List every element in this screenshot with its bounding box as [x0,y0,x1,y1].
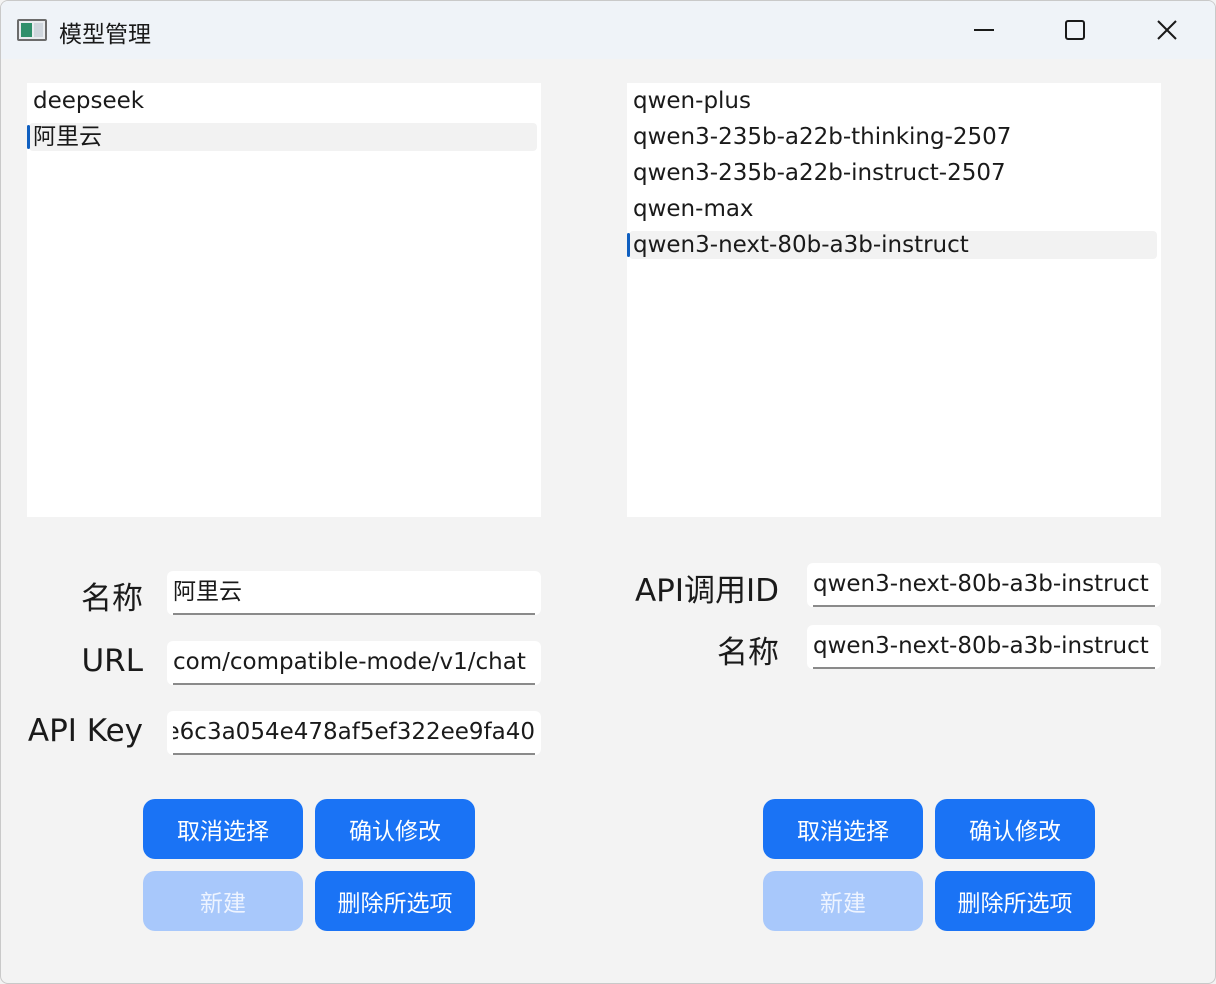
model-new-button[interactable]: 新建 [763,871,923,931]
model-confirm-edit-button[interactable]: 确认修改 [935,799,1095,859]
provider-item-aliyun[interactable]: 阿里云 [27,119,541,155]
model-item[interactable]: qwen3-235b-a22b-instruct-2507 [627,155,1161,191]
maximize-icon [1065,20,1085,40]
list-item-label: deepseek [33,88,145,114]
provider-url-label: URL [81,643,143,679]
provider-new-button[interactable]: 新建 [143,871,303,931]
provider-api-key-label: API Key [27,713,143,749]
model-api-id-label: API调用ID [634,573,779,609]
model-name-field[interactable]: qwen3-next-80b-a3b-instruct [807,625,1161,669]
provider-api-key-field[interactable]: 3e6c3a054e478af5ef322ee9fa40 [167,711,541,755]
selection-indicator [27,125,30,149]
provider-confirm-edit-button[interactable]: 确认修改 [315,799,475,859]
provider-name-field[interactable]: 阿里云 [167,571,541,615]
minimize-icon [974,29,994,31]
selection-indicator [627,233,630,257]
list-item-label: qwen3-235b-a22b-thinking-2507 [633,124,1012,150]
list-item-label: qwen3-235b-a22b-instruct-2507 [633,160,1006,186]
app-window-icon [17,19,47,41]
list-item-label: qwen-max [633,196,754,222]
list-item-label: qwen3-next-80b-a3b-instruct [633,232,969,258]
model-delete-selected-button[interactable]: 删除所选项 [935,871,1095,931]
model-item-selected[interactable]: qwen3-next-80b-a3b-instruct [627,227,1161,263]
list-item-label: qwen-plus [633,88,751,114]
model-name-value: qwen3-next-80b-a3b-instruct [813,633,1149,659]
model-manager-window: 模型管理 deepseek 阿里云 qwen-plus qwen3-235b-a… [0,0,1216,984]
model-name-label: 名称 [717,635,779,671]
model-item[interactable]: qwen-max [627,191,1161,227]
model-api-id-value: qwen3-next-80b-a3b-instruct [813,571,1149,597]
close-icon [1157,20,1177,40]
close-button[interactable] [1122,1,1212,59]
provider-url-value: com/compatible-mode/v1/chat [173,649,526,675]
provider-delete-selected-button[interactable]: 删除所选项 [315,871,475,931]
model-item[interactable]: qwen3-235b-a22b-thinking-2507 [627,119,1161,155]
provider-name-value: 阿里云 [173,579,242,605]
provider-api-key-value: 3e6c3a054e478af5ef322ee9fa40 [173,719,535,745]
list-item-label: 阿里云 [33,124,102,150]
window-title: 模型管理 [59,22,151,48]
title-bar[interactable]: 模型管理 [1,1,1215,59]
model-api-id-field[interactable]: qwen3-next-80b-a3b-instruct [807,563,1161,607]
provider-item-deepseek[interactable]: deepseek [27,83,541,119]
provider-name-label: 名称 [81,581,143,617]
model-cancel-selection-button[interactable]: 取消选择 [763,799,923,859]
provider-cancel-selection-button[interactable]: 取消选择 [143,799,303,859]
provider-list[interactable]: deepseek 阿里云 [27,83,541,517]
model-list[interactable]: qwen-plus qwen3-235b-a22b-thinking-2507 … [627,83,1161,517]
provider-url-field[interactable]: com/compatible-mode/v1/chat [167,641,541,685]
model-item[interactable]: qwen-plus [627,83,1161,119]
minimize-button[interactable] [939,1,1029,59]
maximize-button[interactable] [1030,1,1120,59]
